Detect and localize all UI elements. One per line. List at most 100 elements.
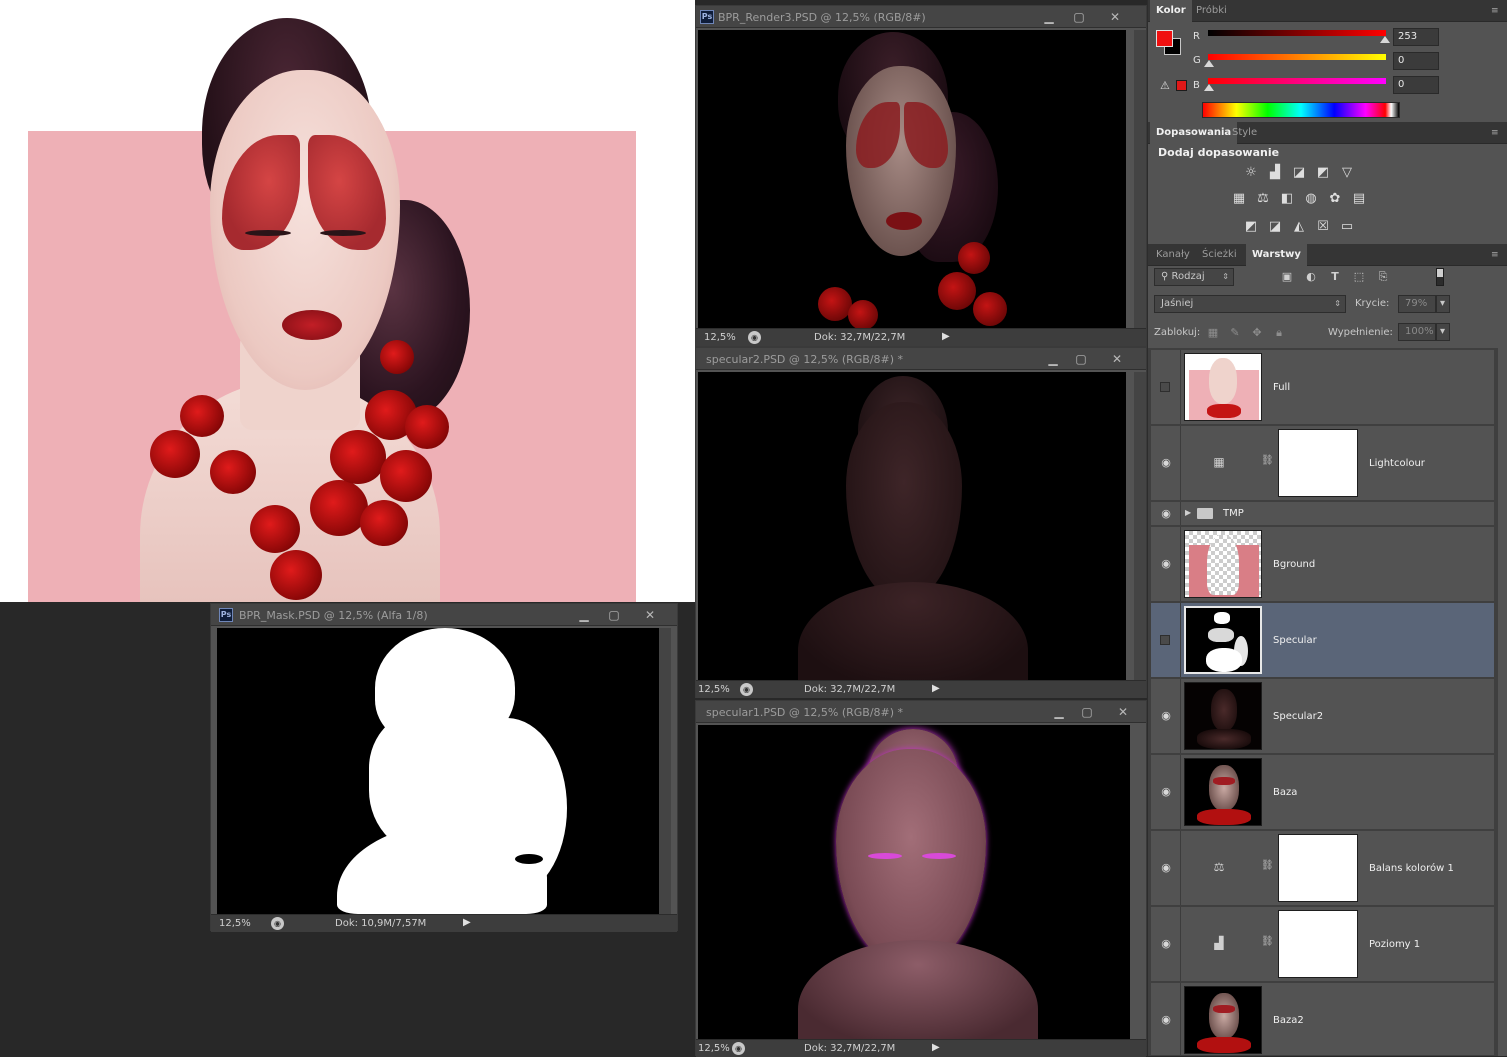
doc-window-bpr-mask[interactable]: Ps BPR_Mask.PSD @ 12,5% (Alfa 1/8) ▁ ▢ ✕… — [210, 603, 678, 932]
exposure-icon[interactable]: ◩ — [1314, 164, 1332, 182]
eye-icon[interactable]: ◉ — [1159, 862, 1173, 873]
layer-name[interactable]: Bground — [1273, 559, 1315, 570]
maximize-button[interactable]: ▢ — [603, 607, 625, 623]
maximize-button[interactable]: ▢ — [1076, 704, 1098, 720]
color-lookup-icon[interactable]: ▤ — [1350, 190, 1368, 208]
photo-filter-icon[interactable]: ◍ — [1302, 190, 1320, 208]
gamut-color-swatch[interactable] — [1176, 80, 1187, 91]
filter-shape-icon[interactable]: ⬚ — [1352, 270, 1366, 284]
vertical-scrollbar[interactable] — [659, 628, 671, 914]
tab-warstwy[interactable]: Warstwy — [1246, 244, 1307, 266]
layer-name[interactable]: Full — [1273, 382, 1290, 393]
doc-titlebar[interactable]: specular2.PSD @ 12,5% (RGB/8#) * ▁ ▢ ✕ — [696, 348, 1146, 370]
hue-saturation-icon[interactable]: ▦ — [1230, 190, 1248, 208]
channel-b-slider[interactable] — [1208, 78, 1386, 84]
black-white-icon[interactable]: ◧ — [1278, 190, 1296, 208]
fill-input[interactable]: 100% — [1398, 323, 1436, 341]
vibrance-icon[interactable]: ▽ — [1338, 164, 1356, 182]
doc-titlebar[interactable]: Ps BPR_Render3.PSD @ 12,5% (RGB/8#) ▁ ▢ … — [696, 6, 1146, 28]
filter-adjustment-icon[interactable]: ◐ — [1304, 270, 1318, 284]
channel-b-thumb[interactable] — [1204, 84, 1214, 91]
expand-triangle-icon[interactable]: ▶ — [1185, 508, 1191, 517]
panel-menu-icon[interactable]: ≡ — [1491, 250, 1503, 260]
eye-icon[interactable]: ◉ — [1159, 457, 1173, 468]
channel-g-input[interactable]: 0 — [1393, 52, 1439, 70]
layer-filter-kind-dropdown[interactable]: ⚲ Rodzaj ⇕ — [1154, 268, 1234, 286]
vertical-scrollbar[interactable] — [1134, 372, 1146, 680]
layer-row-baza2[interactable]: ◉ Baza2 — [1151, 983, 1494, 1056]
channel-g-thumb[interactable] — [1204, 60, 1214, 67]
close-button[interactable]: ✕ — [1104, 9, 1126, 25]
doc-window-bpr-render3[interactable]: Ps BPR_Render3.PSD @ 12,5% (RGB/8#) ▁ ▢ … — [695, 5, 1147, 347]
channel-mixer-icon[interactable]: ✿ — [1326, 190, 1344, 208]
link-icon[interactable]: ⛓ — [1261, 454, 1274, 468]
tab-kanaly[interactable]: Kanały — [1150, 244, 1196, 266]
status-info-icon[interactable]: ◉ — [732, 1042, 745, 1055]
maximize-button[interactable]: ▢ — [1070, 351, 1092, 367]
status-menu-arrow-icon[interactable]: ▶ — [463, 917, 471, 928]
layer-mask-thumbnail[interactable] — [1278, 429, 1358, 497]
panel-menu-icon[interactable]: ≡ — [1491, 6, 1503, 16]
tab-kolor[interactable]: Kolor — [1150, 0, 1192, 22]
layer-name[interactable]: TMP — [1223, 508, 1244, 519]
layer-name[interactable]: Baza2 — [1273, 1015, 1304, 1026]
tab-sciezki[interactable]: Ścieżki — [1196, 244, 1243, 266]
close-button[interactable]: ✕ — [639, 607, 661, 623]
eye-icon[interactable]: ◉ — [1159, 938, 1173, 949]
layer-name[interactable]: Specular — [1273, 635, 1317, 646]
foreground-color-swatch[interactable] — [1156, 30, 1173, 47]
channel-r-thumb[interactable] — [1380, 36, 1390, 43]
status-menu-arrow-icon[interactable]: ▶ — [932, 1042, 940, 1053]
layer-row-bground[interactable]: ◉ Bground — [1151, 527, 1494, 602]
lock-pixels-icon[interactable]: ✎ — [1228, 326, 1242, 340]
layer-row-specular2[interactable]: ◉ Specular2 — [1151, 679, 1494, 754]
layer-mask-thumbnail[interactable] — [1278, 910, 1358, 978]
channel-g-slider[interactable] — [1208, 54, 1386, 60]
layer-name[interactable]: Baza — [1273, 787, 1297, 798]
eye-icon[interactable]: ◉ — [1159, 508, 1173, 519]
link-icon[interactable]: ⛓ — [1261, 935, 1274, 949]
panel-menu-icon[interactable]: ≡ — [1491, 128, 1503, 138]
visibility-toggle-off[interactable] — [1160, 635, 1170, 645]
blend-mode-dropdown[interactable]: Jaśniej ⇕ — [1154, 295, 1346, 313]
zoom-level[interactable]: 12,5% — [698, 684, 730, 695]
filter-smart-object-icon[interactable]: ⎘ — [1376, 270, 1390, 284]
link-icon[interactable]: ⛓ — [1261, 859, 1274, 873]
eye-icon[interactable]: ◉ — [1159, 710, 1173, 721]
status-info-icon[interactable]: ◉ — [748, 331, 761, 344]
layer-row-specular[interactable]: Specular — [1151, 603, 1494, 678]
filter-type-icon[interactable]: T — [1328, 270, 1342, 284]
doc-canvas[interactable] — [217, 628, 661, 914]
tab-probki[interactable]: Próbki — [1190, 0, 1233, 22]
filter-pixel-icon[interactable]: ▣ — [1280, 270, 1294, 284]
threshold-icon[interactable]: ◭ — [1290, 218, 1308, 236]
status-info-icon[interactable]: ◉ — [271, 917, 284, 930]
layer-row-lightcolour[interactable]: ◉ ▦ ⛓ Lightcolour — [1151, 426, 1494, 501]
channel-r-slider[interactable] — [1208, 30, 1386, 36]
layer-row-color-balance[interactable]: ◉ ⚖ ⛓ Balans kolorów 1 — [1151, 831, 1494, 906]
gamut-warning-icon[interactable]: ⚠ — [1160, 79, 1170, 92]
invert-icon[interactable]: ◩ — [1242, 218, 1260, 236]
doc-window-specular1[interactable]: specular1.PSD @ 12,5% (RGB/8#) * ▁ ▢ ✕ 1… — [695, 700, 1147, 1057]
tab-style[interactable]: Style — [1226, 122, 1263, 144]
layer-name[interactable]: Poziomy 1 — [1369, 939, 1420, 950]
selective-color-icon[interactable]: ☒ — [1314, 218, 1332, 236]
curves-icon[interactable]: ◪ — [1290, 164, 1308, 182]
layer-row-baza[interactable]: ◉ Baza — [1151, 755, 1494, 830]
status-info-icon[interactable]: ◉ — [740, 683, 753, 696]
doc-window-specular2[interactable]: specular2.PSD @ 12,5% (RGB/8#) * ▁ ▢ ✕ 1… — [695, 347, 1147, 698]
gradient-map-icon[interactable]: ▭ — [1338, 218, 1356, 236]
layer-name[interactable]: Balans kolorów 1 — [1369, 863, 1454, 874]
opacity-dropdown-button[interactable]: ▾ — [1436, 295, 1450, 313]
posterize-icon[interactable]: ◪ — [1266, 218, 1284, 236]
lock-position-icon[interactable]: ✥ — [1250, 326, 1264, 340]
minimize-button[interactable]: ▁ — [1042, 351, 1064, 367]
channel-b-input[interactable]: 0 — [1393, 76, 1439, 94]
minimize-button[interactable]: ▁ — [1038, 9, 1060, 25]
close-button[interactable]: ✕ — [1106, 351, 1128, 367]
filter-toggle-switch[interactable] — [1436, 268, 1444, 286]
layer-mask-thumbnail[interactable] — [1278, 834, 1358, 902]
visibility-toggle-off[interactable] — [1160, 382, 1170, 392]
doc-canvas[interactable] — [698, 372, 1126, 680]
layer-row-levels[interactable]: ◉ ▟ ⛓ Poziomy 1 — [1151, 907, 1494, 982]
